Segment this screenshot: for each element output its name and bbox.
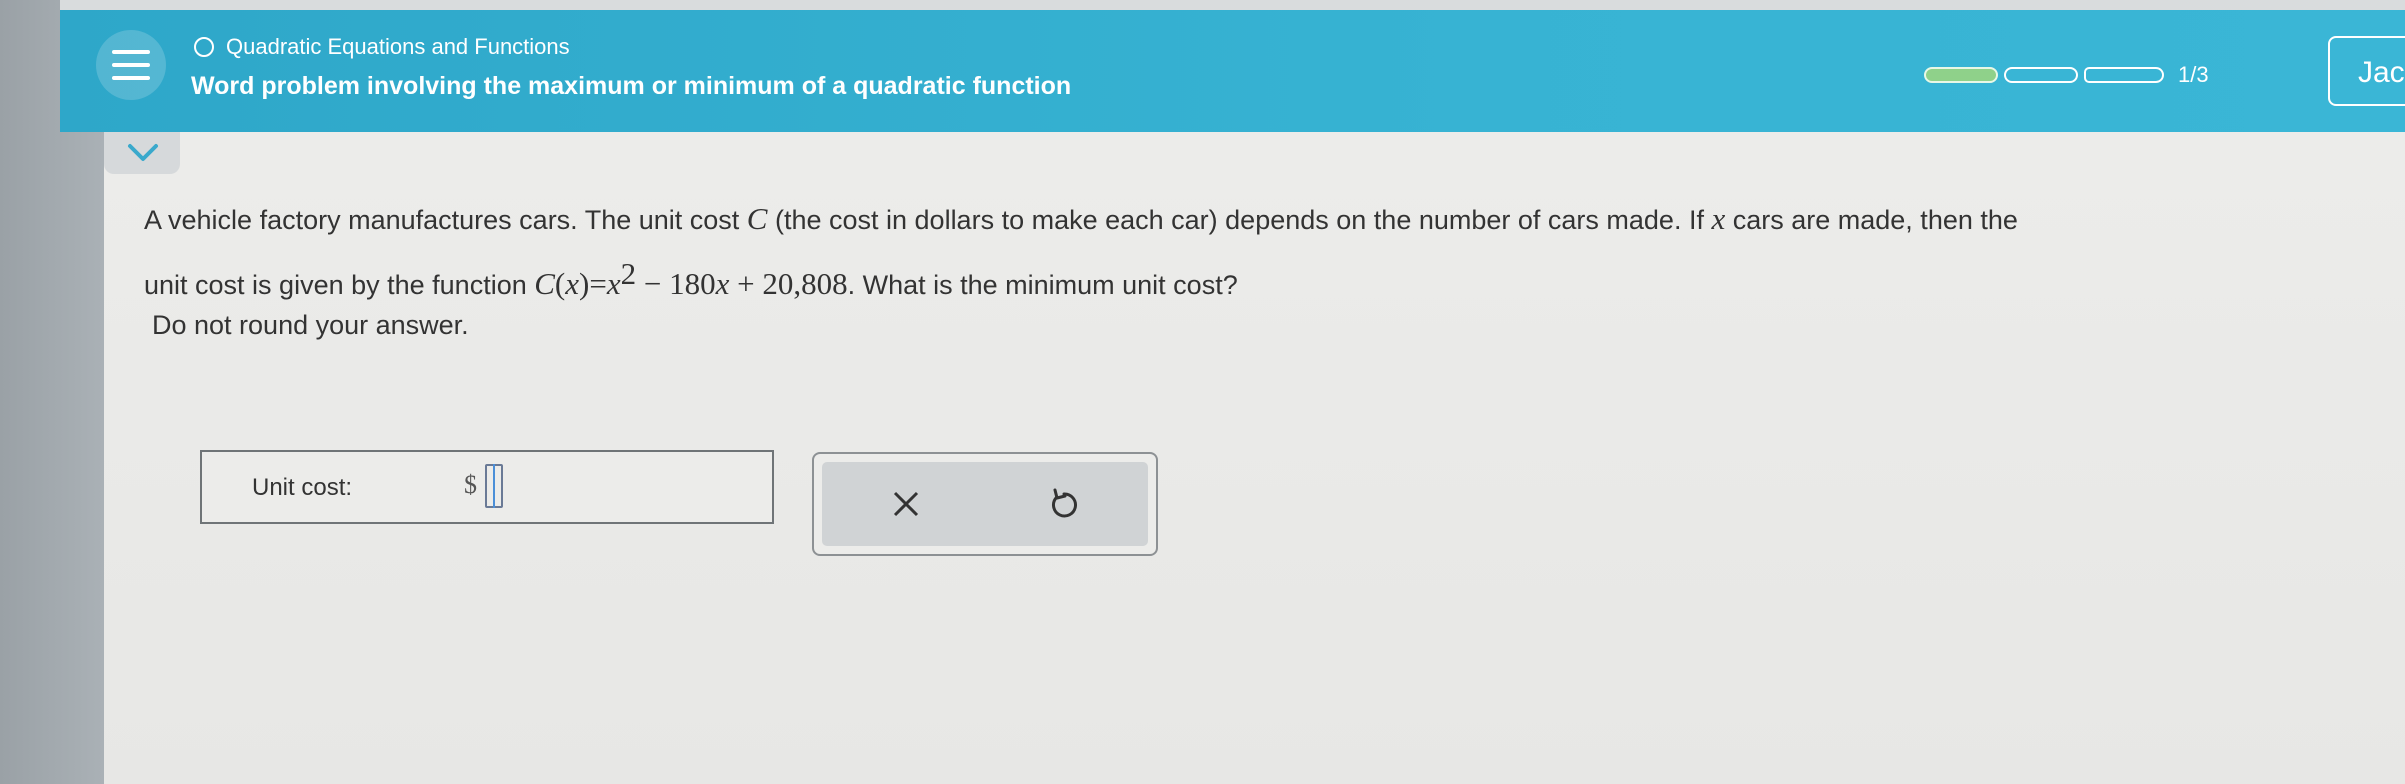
variable-C: C: [746, 201, 768, 236]
user-account-button[interactable]: Jac: [2328, 36, 2405, 106]
hamburger-menu-icon: [112, 50, 150, 54]
progress-segment-3: [2084, 67, 2164, 83]
progress-label: 1/3: [2178, 62, 2209, 87]
topic-label: Quadratic Equations and Functions: [226, 34, 570, 59]
cost-function: C(x)=x2 − 180x + 20,808: [534, 256, 848, 301]
answer-box: Unit cost: $: [200, 450, 774, 524]
collapse-tab[interactable]: [104, 132, 180, 174]
progress-indicator: 1/3: [1924, 62, 2209, 88]
undo-icon: [1052, 488, 1077, 518]
progress-segment-2: [2004, 67, 2078, 83]
circle-outline-icon: [194, 37, 214, 57]
header-bar: Quadratic Equations and Functions Word p…: [60, 10, 2405, 132]
problem-statement: A vehicle factory manufactures cars. The…: [144, 201, 2018, 301]
menu-button[interactable]: [96, 30, 166, 100]
close-x-icon: [893, 491, 919, 517]
currency-symbol: $: [464, 470, 477, 499]
answer-actions: [812, 452, 1158, 556]
text-cursor: [493, 464, 495, 508]
top-browser-strip: [60, 0, 2405, 10]
progress-segment-1: [1924, 67, 1998, 83]
chevron-down-icon: [128, 144, 158, 161]
unit-cost-label: Unit cost:: [252, 474, 353, 501]
variable-x: x: [1711, 201, 1726, 236]
main-content: A vehicle factory manufactures cars. The…: [104, 132, 2405, 784]
topic-breadcrumb[interactable]: Quadratic Equations and Functions: [194, 34, 570, 60]
page-title: Word problem involving the maximum or mi…: [191, 72, 1072, 100]
clear-button[interactable]: [886, 484, 926, 524]
instruction-text: Do not round your answer.: [152, 310, 469, 340]
undo-button[interactable]: [1044, 484, 1084, 524]
